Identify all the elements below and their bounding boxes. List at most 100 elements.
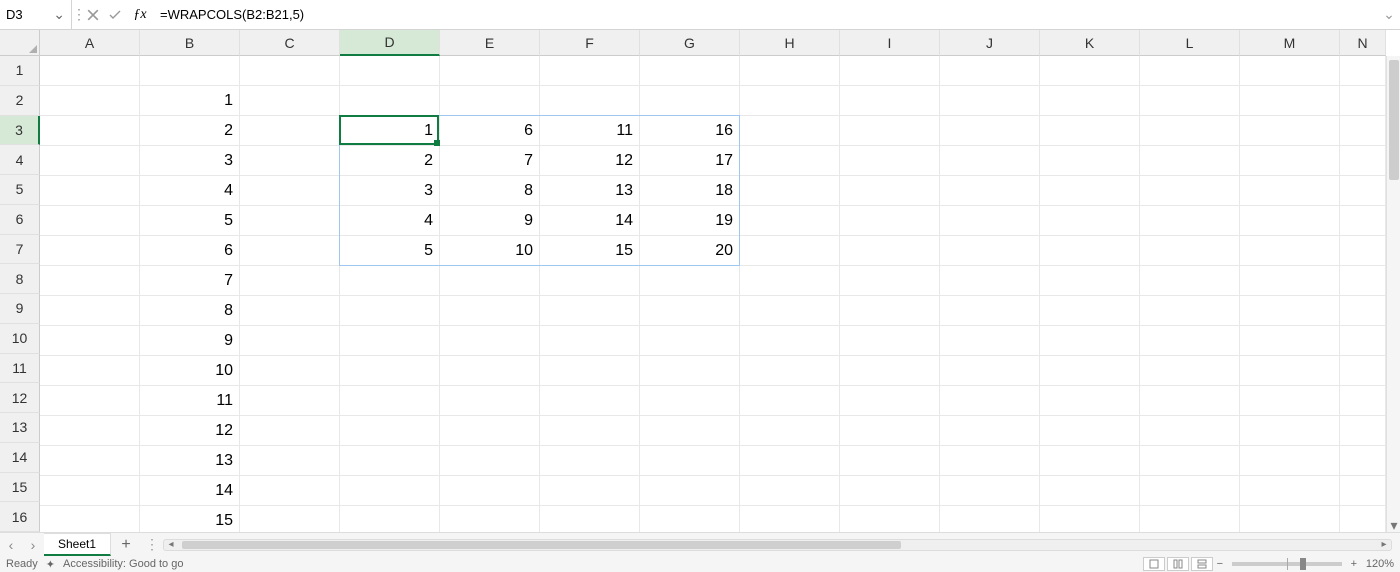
cell-N9[interactable] [1340,296,1386,326]
cell-B9[interactable]: 8 [140,296,240,326]
cell-M16[interactable] [1240,506,1340,532]
scroll-right-icon[interactable]: ▸ [1377,539,1391,550]
cell-K12[interactable] [1040,386,1140,416]
cell-K15[interactable] [1040,476,1140,506]
cell-L2[interactable] [1140,86,1240,116]
cell-M14[interactable] [1240,446,1340,476]
cell-I10[interactable] [840,326,940,356]
cell-F3[interactable]: 11 [540,116,640,146]
cell-K3[interactable] [1040,116,1140,146]
select-all-corner[interactable] [0,30,40,56]
cell-M6[interactable] [1240,206,1340,236]
cell-N6[interactable] [1340,206,1386,236]
tab-next-button[interactable]: › [22,533,44,556]
cell-H14[interactable] [740,446,840,476]
cell-N14[interactable] [1340,446,1386,476]
cell-L13[interactable] [1140,416,1240,446]
cell-E16[interactable] [440,506,540,532]
chevron-down-icon[interactable]: ⌄ [53,6,65,23]
row-header-2[interactable]: 2 [0,86,40,116]
cell-I12[interactable] [840,386,940,416]
cell-B4[interactable]: 3 [140,146,240,176]
cell-J2[interactable] [940,86,1040,116]
cell-M2[interactable] [1240,86,1340,116]
cell-H7[interactable] [740,236,840,266]
cell-E15[interactable] [440,476,540,506]
cell-I15[interactable] [840,476,940,506]
row-header-16[interactable]: 16 [0,502,40,532]
cell-N4[interactable] [1340,146,1386,176]
cell-K5[interactable] [1040,176,1140,206]
cell-F14[interactable] [540,446,640,476]
cell-E6[interactable]: 9 [440,206,540,236]
cell-I9[interactable] [840,296,940,326]
cell-K11[interactable] [1040,356,1140,386]
cell-C3[interactable] [240,116,340,146]
cell-H8[interactable] [740,266,840,296]
cell-I14[interactable] [840,446,940,476]
cell-E12[interactable] [440,386,540,416]
cell-A5[interactable] [40,176,140,206]
normal-view-button[interactable] [1143,557,1165,571]
cell-I3[interactable] [840,116,940,146]
cell-G4[interactable]: 17 [640,146,740,176]
column-header-G[interactable]: G [640,30,740,56]
cell-grid[interactable]: 1216111632712174381318549141965101520789… [40,56,1386,532]
column-header-C[interactable]: C [240,30,340,56]
cell-L5[interactable] [1140,176,1240,206]
cell-A1[interactable] [40,56,140,86]
cell-I5[interactable] [840,176,940,206]
cell-B6[interactable]: 5 [140,206,240,236]
cell-C5[interactable] [240,176,340,206]
cell-C7[interactable] [240,236,340,266]
cell-F4[interactable]: 12 [540,146,640,176]
row-header-13[interactable]: 13 [0,413,40,443]
cell-A16[interactable] [40,506,140,532]
cell-N13[interactable] [1340,416,1386,446]
cell-C4[interactable] [240,146,340,176]
cell-F13[interactable] [540,416,640,446]
cell-J11[interactable] [940,356,1040,386]
cell-A15[interactable] [40,476,140,506]
cell-D5[interactable]: 3 [340,176,440,206]
row-header-10[interactable]: 10 [0,324,40,354]
cell-L8[interactable] [1140,266,1240,296]
cell-B12[interactable]: 11 [140,386,240,416]
cell-D1[interactable] [340,56,440,86]
cell-M8[interactable] [1240,266,1340,296]
cell-C6[interactable] [240,206,340,236]
cell-A14[interactable] [40,446,140,476]
horizontal-scrollbar[interactable]: ◂ ▸ [163,539,1392,551]
cell-C1[interactable] [240,56,340,86]
cell-M12[interactable] [1240,386,1340,416]
cell-M3[interactable] [1240,116,1340,146]
cell-B16[interactable]: 15 [140,506,240,532]
cell-L9[interactable] [1140,296,1240,326]
cell-A7[interactable] [40,236,140,266]
scroll-down-icon[interactable]: ▾ [1387,518,1400,532]
cell-F15[interactable] [540,476,640,506]
cell-J5[interactable] [940,176,1040,206]
cell-B1[interactable] [140,56,240,86]
cell-A10[interactable] [40,326,140,356]
cell-J8[interactable] [940,266,1040,296]
cell-K14[interactable] [1040,446,1140,476]
cell-C15[interactable] [240,476,340,506]
cell-L1[interactable] [1140,56,1240,86]
cell-E9[interactable] [440,296,540,326]
cell-J4[interactable] [940,146,1040,176]
cell-A12[interactable] [40,386,140,416]
cell-N10[interactable] [1340,326,1386,356]
expand-formula-bar-button[interactable]: ⌄ [1378,6,1400,23]
cell-I8[interactable] [840,266,940,296]
cell-C8[interactable] [240,266,340,296]
cell-G13[interactable] [640,416,740,446]
cell-H15[interactable] [740,476,840,506]
cell-I13[interactable] [840,416,940,446]
cell-F10[interactable] [540,326,640,356]
vertical-scroll-thumb[interactable] [1389,60,1399,180]
cell-N7[interactable] [1340,236,1386,266]
cell-A3[interactable] [40,116,140,146]
zoom-slider-knob[interactable] [1300,558,1306,570]
row-header-12[interactable]: 12 [0,383,40,413]
